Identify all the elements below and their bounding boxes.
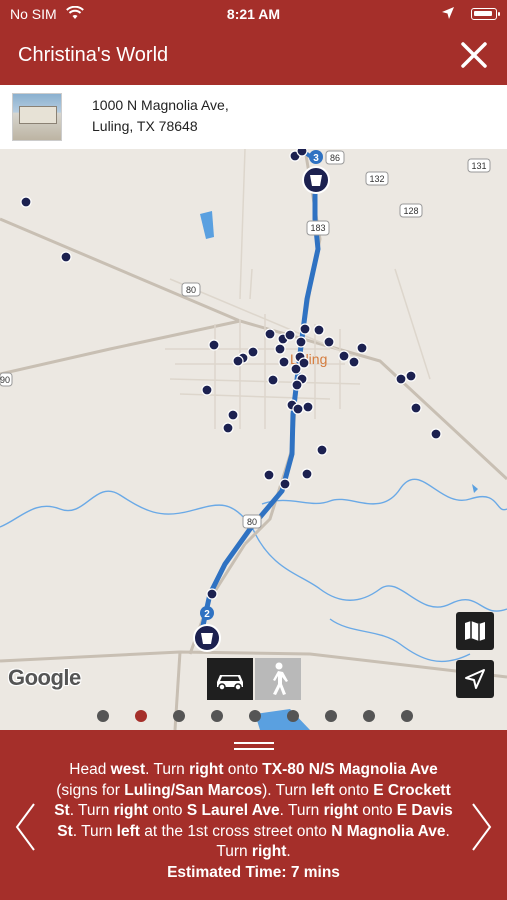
- svg-text:80: 80: [186, 285, 196, 295]
- direction-text: .: [286, 843, 291, 860]
- clock: 8:21 AM: [226, 6, 281, 22]
- address-line-2: Luling, TX 78648: [92, 118, 198, 134]
- address-line-1: 1000 N Magnolia Ave,: [92, 97, 229, 113]
- location-services-icon: [442, 7, 454, 19]
- map-canvas[interactable]: 86 132 128 131 183 80 80 90 10 Luling: [0, 149, 507, 730]
- direction-keyword: Luling/San Marcos: [124, 781, 263, 799]
- svg-text:128: 128: [403, 206, 418, 216]
- header: Christina's World: [0, 28, 507, 85]
- previous-step-arrow-icon[interactable]: [14, 802, 36, 852]
- direction-keyword: west: [110, 761, 146, 778]
- direction-keyword: S Laurel Ave: [186, 802, 280, 819]
- place-info: 1000 N Magnolia Ave, Luling, TX 78648: [0, 85, 507, 149]
- directions-panel: Head west. Turn right onto TX-80 N/S Mag…: [0, 730, 507, 900]
- direction-text: onto: [358, 802, 397, 819]
- svg-text:80: 80: [247, 517, 257, 527]
- direction-keyword: right: [323, 802, 358, 819]
- svg-text:86: 86: [330, 153, 340, 163]
- direction-keyword: TX-80 N/S Magnolia Ave: [262, 761, 438, 778]
- pager-dot[interactable]: [325, 710, 337, 722]
- walking-person-icon: [273, 662, 288, 695]
- direction-text: Head: [69, 761, 111, 778]
- direction-text: onto: [148, 802, 187, 819]
- direction-text: . Turn: [69, 802, 114, 819]
- svg-text:131: 131: [471, 161, 486, 171]
- my-location-button[interactable]: [456, 660, 494, 698]
- points-of-interest: [20, 149, 442, 600]
- status-bar: No SIM 8:21 AM: [0, 0, 507, 28]
- direction-keyword: right: [113, 802, 149, 819]
- map-icon: [465, 621, 485, 641]
- svg-text:2: 2: [204, 609, 210, 620]
- direction-text: . Turn: [145, 761, 190, 778]
- navigation-arrow-icon: [465, 669, 485, 689]
- directions-text: Head west. Turn right onto TX-80 N/S Mag…: [50, 760, 457, 883]
- route-marker-2[interactable]: 2: [193, 606, 221, 652]
- highways: [0, 149, 507, 730]
- direction-text: onto: [223, 761, 263, 778]
- svg-text:90: 90: [0, 375, 10, 385]
- step-pager: [0, 710, 507, 724]
- address: 1000 N Magnolia Ave, Luling, TX 78648: [92, 95, 229, 137]
- direction-text: onto: [334, 781, 374, 799]
- direction-text: . Turn: [72, 822, 117, 840]
- svg-text:132: 132: [369, 174, 384, 184]
- directions-steps: Head west. Turn right onto TX-80 N/S Mag…: [54, 761, 453, 860]
- pager-dot[interactable]: [173, 710, 185, 722]
- close-icon[interactable]: [459, 40, 489, 70]
- svg-text:3: 3: [313, 153, 319, 164]
- estimated-time: Estimated Time: 7 mins: [167, 863, 340, 881]
- google-attribution: Google: [8, 665, 81, 690]
- direction-keyword: left: [116, 822, 140, 840]
- map-type-button[interactable]: [456, 612, 494, 650]
- direction-keyword: right: [251, 843, 287, 860]
- car-mode-button[interactable]: [207, 658, 253, 700]
- pager-dot[interactable]: [211, 710, 223, 722]
- map-view[interactable]: 86 132 128 131 183 80 80 90 10 Luling: [0, 149, 507, 730]
- pager-dot[interactable]: [287, 710, 299, 722]
- storefront-thumbnail: [12, 93, 62, 141]
- pager-dot[interactable]: [401, 710, 413, 722]
- direction-text: (signs for: [56, 781, 125, 799]
- walk-mode-button[interactable]: [255, 658, 301, 700]
- pager-dot[interactable]: [363, 710, 375, 722]
- direction-keyword: left: [311, 781, 335, 799]
- direction-keyword: N Magnolia Ave: [331, 822, 446, 840]
- direction-text: ). Turn: [262, 781, 312, 799]
- direction-text: . Turn: [279, 802, 324, 819]
- next-step-arrow-icon[interactable]: [471, 802, 493, 852]
- svg-text:183: 183: [310, 223, 325, 233]
- pager-dot[interactable]: [249, 710, 261, 722]
- car-icon: [217, 675, 243, 691]
- direction-text: at the 1st cross street onto: [139, 822, 332, 840]
- battery-icon: [471, 8, 500, 20]
- drag-handle[interactable]: [234, 742, 274, 752]
- pager-dot-active[interactable]: [135, 710, 147, 722]
- creeks: [0, 478, 507, 663]
- page-title: Christina's World: [18, 44, 169, 66]
- pager-dot[interactable]: [97, 710, 109, 722]
- direction-keyword: right: [189, 761, 224, 778]
